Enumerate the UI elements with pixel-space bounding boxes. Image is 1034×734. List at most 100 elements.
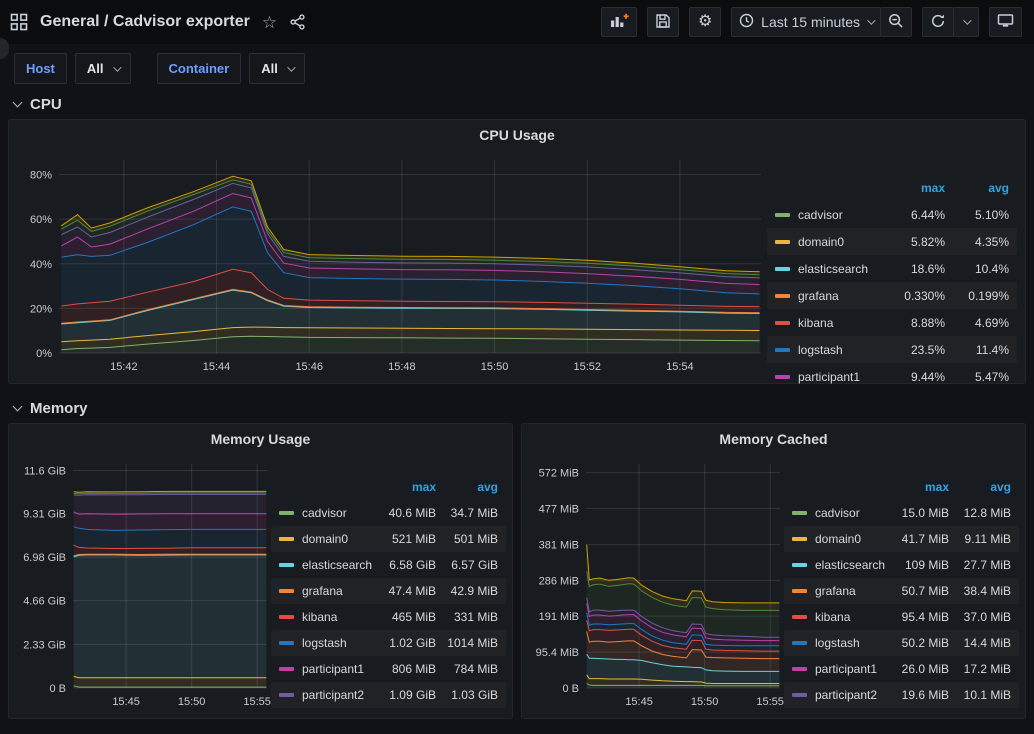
save-icon <box>655 13 671 32</box>
series-name[interactable]: elasticsearch <box>815 558 885 572</box>
memory-cached-panel-title[interactable]: Memory Cached <box>522 424 1025 454</box>
series-color-swatch <box>279 537 294 541</box>
legend-avg-header[interactable]: avg <box>945 181 1009 195</box>
mem_cached-legend-row-logstash[interactable]: logstash50.2 MiB14.4 MiB <box>784 630 1019 656</box>
series-color-swatch <box>279 693 294 697</box>
cpu-legend-row-grafana[interactable]: grafana0.330%0.199% <box>767 282 1017 309</box>
mem_usage-legend-row-cadvisor[interactable]: cadvisor40.6 MiB34.7 MiB <box>271 500 506 526</box>
series-name[interactable]: grafana <box>302 584 343 598</box>
series-name[interactable]: kibana <box>798 316 833 330</box>
mem_cached-legend-row-elasticsearch[interactable]: elasticsearch109 MiB27.7 MiB <box>784 552 1019 578</box>
series-name[interactable]: cadvisor <box>815 506 860 520</box>
mem_usage-legend-row-kibana[interactable]: kibana465 MiB331 MiB <box>271 604 506 630</box>
series-name[interactable]: participant2 <box>302 688 364 702</box>
mem_cached-legend-row-cadvisor[interactable]: cadvisor15.0 MiB12.8 MiB <box>784 500 1019 526</box>
cpu-legend-row-participant1[interactable]: participant19.44%5.47% <box>767 363 1017 390</box>
dashboard-settings-button[interactable]: ⚙ <box>689 7 721 37</box>
series-name[interactable]: grafana <box>815 584 856 598</box>
cpu-legend-row-cadvisor[interactable]: cadvisor6.44%5.10% <box>767 201 1017 228</box>
legend-avg-header[interactable]: avg <box>949 480 1011 494</box>
legend-max-header[interactable]: max <box>887 480 949 494</box>
series-avg-value: 9.11 MiB <box>949 532 1011 546</box>
star-icon[interactable]: ☆ <box>262 14 277 31</box>
series-max-value: 50.7 MiB <box>887 584 949 598</box>
zoom-out-time-button[interactable] <box>880 7 912 37</box>
cpu-legend-row-logstash[interactable]: logstash23.5%11.4% <box>767 336 1017 363</box>
series-name[interactable]: elasticsearch <box>798 262 868 276</box>
svg-text:0%: 0% <box>36 348 52 360</box>
host-variable-value: All <box>87 61 104 76</box>
series-name[interactable]: logstash <box>302 636 347 650</box>
series-name[interactable]: logstash <box>798 343 843 357</box>
svg-text:20%: 20% <box>30 303 52 315</box>
dashboards-grid-icon[interactable] <box>10 13 28 31</box>
memory-cached-chart[interactable]: 0 B95.4 MiB191 MiB286 MiB381 MiB477 MiB5… <box>528 454 784 714</box>
mem_cached-legend-row-kibana[interactable]: kibana95.4 MiB37.0 MiB <box>784 604 1019 630</box>
series-name[interactable]: participant1 <box>302 662 364 676</box>
series-name[interactable]: kibana <box>302 610 337 624</box>
cpu-usage-panel-title[interactable]: CPU Usage <box>9 120 1025 150</box>
series-max-value: 19.6 MiB <box>887 688 949 702</box>
series-name[interactable]: logstash <box>815 636 860 650</box>
legend-max-header[interactable]: max <box>374 480 436 494</box>
series-color-swatch <box>279 563 294 567</box>
svg-text:572 MiB: 572 MiB <box>539 468 579 480</box>
mem_usage-legend-row-participant1[interactable]: participant1 806 MiB784 MiB <box>271 656 506 682</box>
tv-mode-button[interactable] <box>989 7 1022 37</box>
series-name[interactable]: domain0 <box>815 532 861 546</box>
series-name[interactable]: kibana <box>815 610 850 624</box>
mem_usage-legend-row-grafana[interactable]: grafana47.4 MiB42.9 MiB <box>271 578 506 604</box>
refresh-button[interactable] <box>922 7 954 37</box>
series-name[interactable]: elasticsearch <box>302 558 372 572</box>
svg-text:15:55: 15:55 <box>756 696 784 708</box>
series-name[interactable]: participant1 <box>815 662 877 676</box>
svg-text:381 MiB: 381 MiB <box>539 540 579 552</box>
save-dashboard-button[interactable] <box>647 7 679 37</box>
cpu-usage-chart[interactable]: 0%20%40%60%80%15:4215:4415:4615:4815:501… <box>15 150 767 379</box>
cpu-legend-row-elasticsearch[interactable]: elasticsearch18.6%10.4% <box>767 255 1017 282</box>
mem_cached-legend-row-domain0[interactable]: domain0 41.7 MiB9.11 MiB <box>784 526 1019 552</box>
refresh-interval-dropdown[interactable] <box>953 7 979 37</box>
add-panel-button[interactable] <box>601 7 637 37</box>
memory-usage-panel-title[interactable]: Memory Usage <box>9 424 512 454</box>
section-header-memory[interactable]: Memory <box>0 393 1034 423</box>
memory-usage-chart[interactable]: 0 B2.33 GiB4.66 GiB6.98 GiB9.31 GiB11.6 … <box>15 454 271 714</box>
legend-avg-header[interactable]: avg <box>436 480 498 494</box>
series-color-swatch <box>792 511 807 515</box>
series-name[interactable]: cadvisor <box>302 506 347 520</box>
host-variable-dropdown[interactable]: All <box>75 53 131 84</box>
time-range-picker[interactable]: Last 15 minutes <box>731 7 881 37</box>
svg-text:15:45: 15:45 <box>112 696 140 708</box>
legend-max-header[interactable]: max <box>881 181 945 195</box>
dashboard-title[interactable]: General / Cadvisor exporter <box>40 13 250 31</box>
series-avg-value: 5.10% <box>945 208 1009 222</box>
series-color-swatch <box>279 615 294 619</box>
mem_cached-legend-row-grafana[interactable]: grafana50.7 MiB38.4 MiB <box>784 578 1019 604</box>
cpu-legend-row-domain0[interactable]: domain05.82%4.35% <box>767 228 1017 255</box>
mem_usage-legend-row-domain0[interactable]: domain0521 MiB501 MiB <box>271 526 506 552</box>
section-header-cpu[interactable]: CPU <box>0 89 1034 119</box>
cpu-legend-row-kibana[interactable]: kibana8.88%4.69% <box>767 309 1017 336</box>
series-name[interactable]: grafana <box>798 289 839 303</box>
series-avg-value: 784 MiB <box>436 662 498 676</box>
series-name[interactable]: domain0 <box>798 235 844 249</box>
svg-text:0 B: 0 B <box>49 683 66 695</box>
chevron-down-icon <box>963 16 971 24</box>
mem_usage-legend-row-logstash[interactable]: logstash1.02 GiB1014 MiB <box>271 630 506 656</box>
share-icon[interactable] <box>289 14 306 30</box>
series-name[interactable]: participant2 <box>815 688 877 702</box>
series-name[interactable]: domain0 <box>302 532 348 546</box>
series-color-swatch <box>775 213 790 217</box>
series-max-value: 18.6% <box>881 262 945 276</box>
mem_cached-legend-row-participant1[interactable]: participant126.0 MiB17.2 MiB <box>784 656 1019 682</box>
series-name[interactable]: participant1 <box>798 370 860 384</box>
mem_usage-legend-row-participant2[interactable]: participant21.09 GiB1.03 GiB <box>271 682 506 708</box>
series-max-value: 41.7 MiB <box>887 532 949 546</box>
mem_cached-legend-row-participant2[interactable]: participant219.6 MiB10.1 MiB <box>784 682 1019 708</box>
container-variable-dropdown[interactable]: All <box>249 53 305 84</box>
series-name[interactable]: cadvisor <box>798 208 843 222</box>
mem_usage-legend-row-elasticsearch[interactable]: elasticsearch6.58 GiB6.57 GiB <box>271 552 506 578</box>
gear-icon: ⚙ <box>698 14 712 30</box>
series-avg-value: 6.57 GiB <box>436 558 498 572</box>
series-max-value: 806 MiB <box>374 662 436 676</box>
